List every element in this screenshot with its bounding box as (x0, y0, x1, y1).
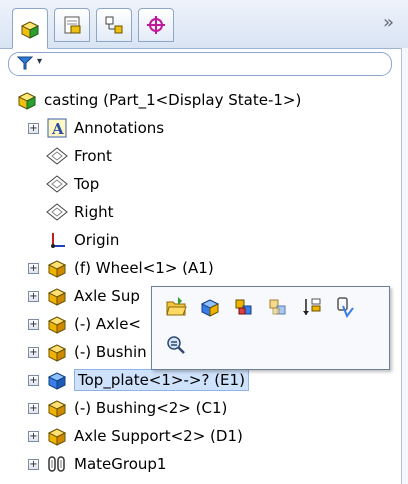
tree-item-bushing-2[interactable]: + (-) Bushing<2> (C1) (0, 394, 400, 422)
tree-item-label: (-) Axle< (74, 315, 141, 333)
tree-item-wheel[interactable]: + (f) Wheel<1> (A1) (0, 254, 400, 282)
expand-toggle-icon[interactable]: + (28, 375, 39, 386)
part-icon (46, 341, 68, 363)
configurationmanager-tab[interactable] (96, 8, 132, 42)
plane-icon (46, 173, 68, 195)
tree-item-top[interactable]: Top (0, 170, 400, 198)
tree-item-label: Axle Sup (74, 287, 140, 305)
more-tabs-chevron-icon[interactable]: » (383, 12, 394, 33)
tree-item-label: Annotations (74, 119, 165, 137)
dimxpert-tab-icon (147, 16, 165, 34)
expand-toggle-icon[interactable]: + (28, 123, 39, 134)
expand-toggle-icon[interactable]: + (28, 403, 39, 414)
tree-item-label: (-) Bushin (74, 343, 147, 361)
featuremanager-tab[interactable] (12, 8, 48, 49)
expand-toggle-icon[interactable]: + (28, 459, 39, 470)
plane-icon (46, 145, 68, 167)
tree-filter-bar[interactable]: ▾ (8, 52, 392, 76)
open-part-button[interactable] (162, 293, 190, 321)
part-icon (46, 397, 68, 419)
expand-toggle-icon[interactable]: + (28, 291, 39, 302)
configurationmanager-tab-icon (105, 16, 123, 34)
expand-toggle-icon[interactable]: + (28, 431, 39, 442)
tree-item-origin[interactable]: Origin (0, 226, 400, 254)
zoom-to-selection-button[interactable] (162, 331, 190, 359)
svg-text:A: A (51, 120, 64, 138)
component-properties-icon (337, 297, 354, 318)
expand-toggle-icon[interactable]: + (28, 347, 39, 358)
tree-item-label: Front (74, 147, 112, 165)
plane-icon (46, 201, 68, 223)
edit-part-button[interactable] (196, 293, 224, 321)
part-icon (46, 313, 68, 335)
hide-components-button[interactable] (230, 293, 258, 321)
open-part-icon (166, 297, 187, 316)
isolate-icon (303, 298, 321, 315)
tree-item-label: Top (74, 175, 100, 193)
tree-item-right[interactable]: Right (0, 198, 400, 226)
manager-tab-strip: » (0, 0, 408, 49)
dimxpert-tab[interactable] (138, 8, 174, 42)
hide-components-icon (235, 299, 252, 315)
tree-item-label: (f) Wheel<1> (A1) (74, 259, 214, 277)
tree-root[interactable]: casting (Part_1<Display State-1>) (16, 86, 301, 114)
expand-toggle-icon[interactable]: + (28, 319, 39, 330)
context-toolbar (151, 286, 390, 370)
part-icon (46, 257, 68, 279)
change-transparency-button[interactable] (264, 293, 292, 321)
tree-item-label: Top_plate<1>->? (E1) (74, 369, 249, 391)
tree-item-label: Origin (74, 231, 120, 249)
part-selected-icon (46, 369, 68, 391)
tree-item-label: Right (74, 203, 114, 221)
annotations-icon: A (46, 117, 68, 139)
tree-item-mategroup[interactable]: + MateGroup1 (0, 450, 400, 478)
tree-item-top-plate[interactable]: + Top_plate<1>->? (E1) (0, 366, 400, 394)
tree-item-axle-support-2[interactable]: + Axle Support<2> (D1) (0, 422, 400, 450)
part-document-icon (16, 89, 38, 111)
mates-icon (46, 453, 68, 475)
origin-icon (46, 229, 68, 251)
tree-item-label: Axle Support<2> (D1) (74, 427, 243, 445)
filter-dropdown-chevron-icon[interactable]: ▾ (37, 56, 42, 67)
change-transparency-icon (269, 299, 286, 315)
component-properties-button[interactable] (332, 293, 360, 321)
tree-scrollbar[interactable] (401, 48, 408, 484)
propertymanager-tab[interactable] (54, 8, 90, 42)
tree-item-label: (-) Bushing<2> (C1) (74, 399, 228, 417)
tree-item-annotations[interactable]: + A Annotations (0, 114, 400, 142)
edit-part-icon (200, 299, 220, 317)
tree-item-front[interactable]: Front (0, 142, 400, 170)
filter-funnel-icon[interactable] (16, 56, 34, 74)
expand-toggle-icon[interactable]: + (28, 263, 39, 274)
part-icon (46, 425, 68, 447)
zoom-to-selection-icon (167, 336, 185, 354)
tree-item-label: MateGroup1 (74, 455, 167, 473)
part-icon (46, 285, 68, 307)
propertymanager-tab-icon (64, 16, 81, 34)
tree-root-label: casting (Part_1<Display State-1>) (44, 91, 302, 109)
featuremanager-tab-icon (20, 20, 40, 39)
isolate-button[interactable] (298, 293, 326, 321)
